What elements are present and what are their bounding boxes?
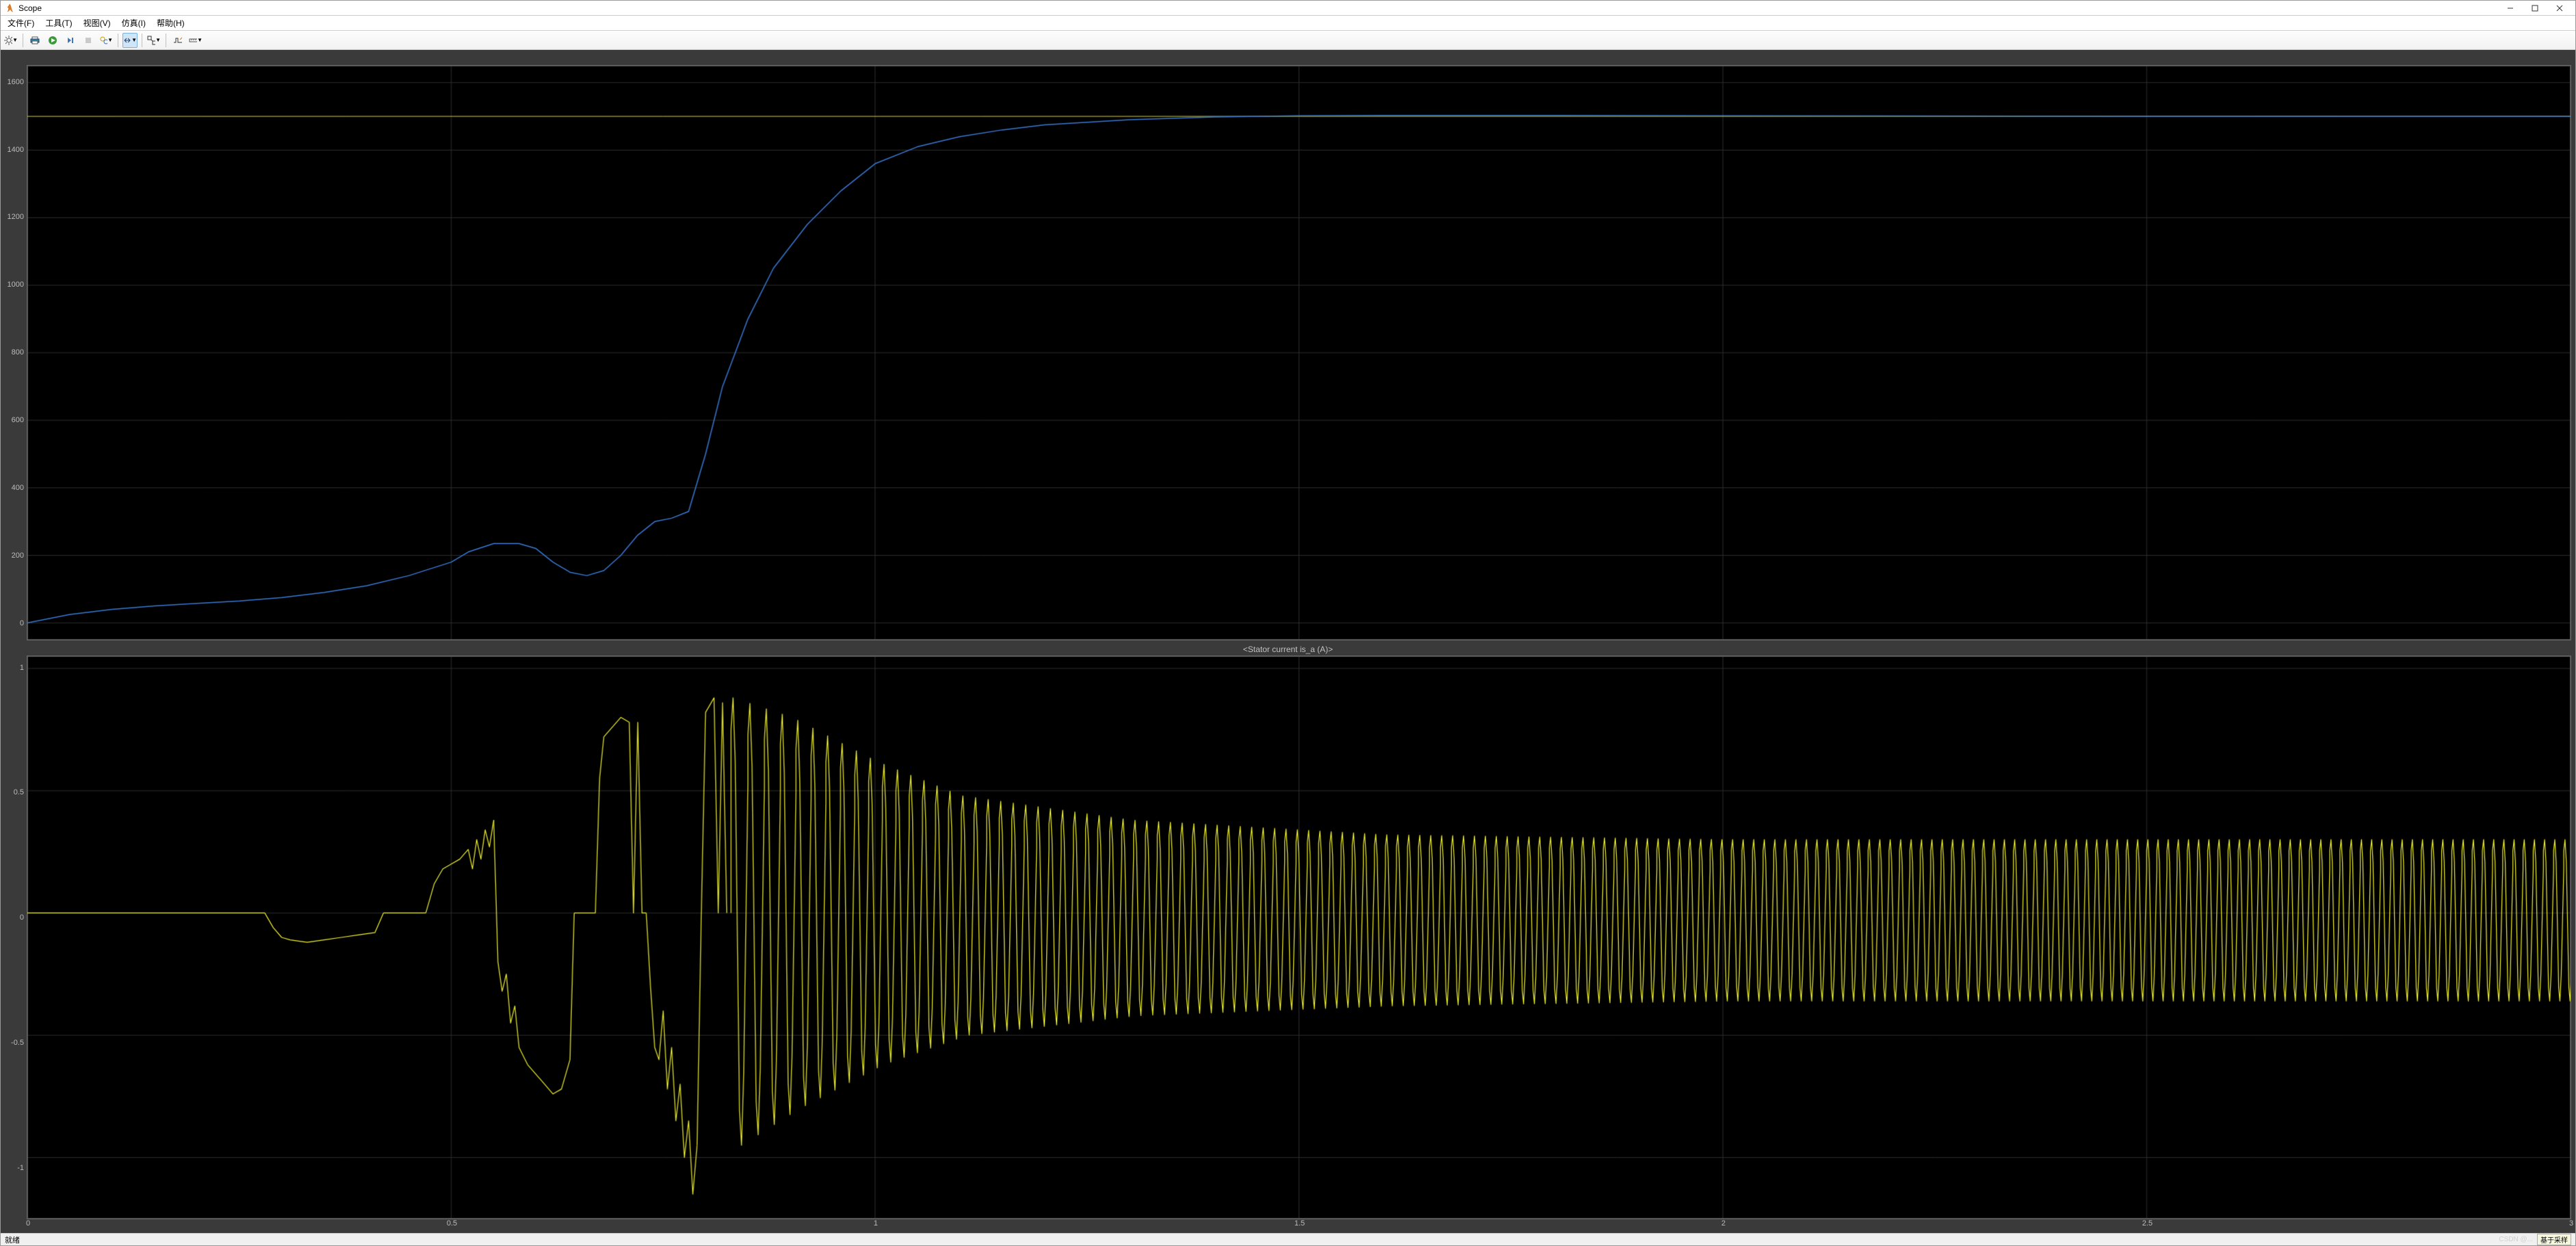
window-controls (2499, 2, 2571, 14)
menu-tools[interactable]: 工具(T) (41, 16, 76, 30)
x-ticks: 00.511.522.53 (28, 1219, 2571, 1230)
plot-2-yticks: -1-0.500.51 (5, 656, 25, 1231)
menu-help[interactable]: 帮助(H) (153, 16, 189, 30)
menu-file[interactable]: 文件(F) (3, 16, 38, 30)
find-icon (99, 36, 107, 45)
signal-icon (173, 36, 183, 45)
plot-1-title (5, 54, 2571, 65)
scope-area: 02004006008001000120014001600 <Stator cu… (1, 50, 2575, 1233)
zoom-button[interactable]: ▼ (146, 33, 161, 48)
signal-selector-button[interactable] (170, 33, 185, 48)
statusbar: 就绪 CSDN @... 基于采样 (1, 1233, 2575, 1245)
measurements-button[interactable]: ▼ (188, 33, 203, 48)
print-icon (30, 36, 40, 45)
ruler-icon (189, 36, 197, 45)
menubar: 文件(F) 工具(T) 视图(V) 仿真(I) 帮助(H) (1, 16, 2575, 31)
zoom-icon (147, 36, 155, 45)
cursor-mode-button[interactable]: ▼ (122, 33, 138, 48)
titlebar[interactable]: Scope (1, 1, 2575, 16)
stop-icon (83, 36, 93, 45)
find-signal-button[interactable]: ▼ (99, 33, 114, 48)
run-button[interactable] (45, 33, 60, 48)
stop-button[interactable] (81, 33, 96, 48)
maximize-button[interactable] (2523, 2, 2547, 14)
print-button[interactable] (27, 33, 42, 48)
menu-sim[interactable]: 仿真(I) (118, 16, 150, 30)
arrow-icon (123, 36, 131, 45)
minimize-button[interactable] (2499, 2, 2522, 14)
close-button[interactable] (2548, 2, 2571, 14)
gear-icon (4, 36, 12, 45)
scope-window: Scope 文件(F) 工具(T) 视图(V) 仿真(I) 帮助(H) ▼ ▼ … (0, 0, 2576, 1246)
plot-1-yticks: 02004006008001000120014001600 (5, 65, 25, 640)
matlab-icon (5, 3, 14, 13)
toolbar: ▼ ▼ ▼ ▼ ▼ (1, 31, 2575, 50)
status-badge: 基于采样 (2537, 1234, 2571, 1245)
plot-2-axes[interactable] (27, 656, 2571, 1220)
window-title: Scope (18, 3, 2499, 13)
plot-1: 02004006008001000120014001600 (5, 54, 2571, 640)
plot-1-axes[interactable] (27, 65, 2571, 640)
plot-2-title: <Stator current is_a (A)> (5, 645, 2571, 656)
menu-view[interactable]: 视图(V) (79, 16, 115, 30)
watermark: CSDN @... (2499, 1236, 2533, 1243)
play-icon (48, 36, 57, 45)
step-button[interactable] (63, 33, 78, 48)
settings-button[interactable]: ▼ (3, 33, 18, 48)
plot-2: <Stator current is_a (A)> -1-0.500.51 00… (5, 645, 2571, 1231)
status-text: 就绪 (5, 1234, 20, 1245)
step-forward-icon (66, 36, 75, 45)
